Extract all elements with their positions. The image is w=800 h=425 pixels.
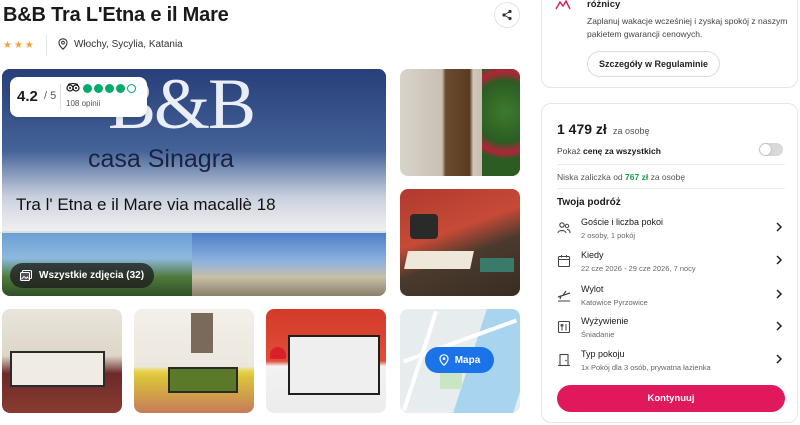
dates-row[interactable]: Kiedy 22 cze 2026 - 29 cze 2026, 7 nocy xyxy=(557,250,785,280)
calendar-icon xyxy=(557,255,571,268)
deposit-amount: 767 zł xyxy=(625,172,649,182)
tripadvisor-owl-icon xyxy=(66,83,80,92)
deposit-pre: Niska zaliczka od xyxy=(557,172,623,182)
total-price-toggle-label: Pokaż cenę za wszystkich xyxy=(557,146,661,156)
dates-value: 22 cze 2026 - 29 cze 2026, 7 nocy xyxy=(581,264,696,273)
dates-label: Kiedy xyxy=(581,250,604,260)
rating-score: 4.2 xyxy=(17,88,38,105)
chevron-right-icon xyxy=(776,222,783,232)
booking-card: 1 479 zł za osobę Pokaż cenę za wszystki… xyxy=(541,103,798,423)
rating-bubble-empty xyxy=(127,84,136,93)
chevron-right-icon xyxy=(776,321,783,331)
price-note: za osobę xyxy=(613,126,650,136)
deposit-info: Niska zaliczka od 767 zł za osobę xyxy=(557,172,685,182)
photo-detail-box xyxy=(480,258,514,272)
all-photos-label: Wszystkie zdjęcia (32) xyxy=(39,270,145,281)
chevron-right-icon xyxy=(776,289,783,299)
sign-street-text: Tra l' Etna e il Mare via macallè 18 xyxy=(16,195,276,214)
board-value: Śniadanie xyxy=(581,330,615,339)
flight-value: Katowice Pyrzowice xyxy=(581,298,648,307)
total-label-bold: cenę za wszystkich xyxy=(583,146,661,156)
chevron-right-icon xyxy=(776,255,783,265)
location-pin-icon xyxy=(58,38,68,50)
rating-badge: 4.2 / 5 108 opinii xyxy=(10,77,147,117)
gallery-icon xyxy=(20,270,32,281)
room-type-value: 1x Pokój dla 3 osób, prywatna łazienka xyxy=(581,363,711,372)
photo-thumbnail-room-3[interactable] xyxy=(266,309,386,413)
map-pin-icon xyxy=(439,354,449,366)
guests-label: Goście i liczba pokoi xyxy=(581,217,664,227)
door-icon xyxy=(558,353,570,367)
photo-detail-art xyxy=(191,313,213,353)
photo-thumbnail-entrance[interactable] xyxy=(400,69,520,176)
share-button[interactable] xyxy=(494,2,520,28)
rating-separator xyxy=(60,84,61,110)
photo-collage-right xyxy=(192,233,386,296)
board-label: Wyżywienie xyxy=(581,316,629,326)
rating-bubble-filled xyxy=(94,84,103,93)
deposit-post: za osobę xyxy=(650,172,686,182)
cutlery-icon xyxy=(557,320,571,334)
photo-detail-bed xyxy=(168,367,238,393)
sign-casa-text: casa Sinagra xyxy=(88,145,234,173)
price: 1 479 zł xyxy=(557,121,607,137)
photo-detail-bed xyxy=(10,351,105,387)
photo-detail-lamp xyxy=(270,347,286,359)
photo-detail-plant xyxy=(482,69,520,176)
location[interactable]: Włochy, Sycylia, Katania xyxy=(58,38,183,50)
guarantee-description: Zaplanuj wakacje wcześniej i zyskaj spok… xyxy=(587,16,788,39)
trip-title: Twoja podróż xyxy=(557,197,621,208)
toggle-knob xyxy=(760,144,771,155)
rating-bubble-filled xyxy=(116,84,125,93)
map-park xyxy=(440,373,462,389)
divider xyxy=(557,164,785,165)
all-photos-button[interactable]: Wszystkie zdjęcia (32) xyxy=(10,263,155,288)
share-icon xyxy=(502,9,512,21)
continue-button[interactable]: Kontynuuj xyxy=(557,385,785,412)
photo-thumbnail-desk[interactable] xyxy=(400,189,520,296)
room-type-label: Typ pokoju xyxy=(581,349,625,359)
flight-label: Wylot xyxy=(581,284,604,294)
plane-icon xyxy=(557,290,571,302)
map-button[interactable]: Mapa xyxy=(425,347,494,373)
rating-bubbles xyxy=(83,84,136,93)
guests-value: 2 osoby, 1 pokój xyxy=(581,231,636,240)
photo-detail-bed xyxy=(288,335,380,395)
photo-thumbnail-room-2[interactable] xyxy=(134,309,254,413)
rating-bubble-filled xyxy=(105,84,114,93)
flight-row[interactable]: Wylot Katowice Pyrzowice xyxy=(557,284,785,314)
review-count[interactable]: 108 opinii xyxy=(66,99,100,108)
guarantee-title: różnicy xyxy=(587,0,621,10)
regulations-details-button[interactable]: Szczegóły w Regulaminie xyxy=(587,51,720,77)
divider xyxy=(557,188,785,189)
guarantee-icon xyxy=(555,0,571,10)
guests-icon xyxy=(557,222,571,234)
rating-bubble-filled xyxy=(83,84,92,93)
photo-detail-paper xyxy=(404,251,474,269)
meta-divider xyxy=(46,34,47,56)
location-text: Włochy, Sycylia, Katania xyxy=(74,38,183,50)
guests-row[interactable]: Goście i liczba pokoi 2 osoby, 1 pokój xyxy=(557,217,785,247)
rating-max: / 5 xyxy=(44,90,57,102)
chevron-right-icon xyxy=(776,354,783,364)
room-type-row[interactable]: Typ pokoju 1x Pokój dla 3 osób, prywatna… xyxy=(557,349,785,379)
total-label-pre: Pokaż xyxy=(557,146,581,156)
map-label: Mapa xyxy=(454,354,481,366)
price-guarantee-card: różnicy Zaplanuj wakacje wcześniej i zys… xyxy=(541,0,798,88)
photo-detail-tv xyxy=(410,214,438,239)
board-row[interactable]: Wyżywienie Śniadanie xyxy=(557,316,785,346)
total-price-toggle[interactable] xyxy=(759,143,783,156)
star-rating: ★★★ xyxy=(3,40,36,51)
hotel-title: B&B Tra L'Etna e il Mare xyxy=(3,4,229,26)
photo-thumbnail-room-1[interactable] xyxy=(2,309,122,413)
